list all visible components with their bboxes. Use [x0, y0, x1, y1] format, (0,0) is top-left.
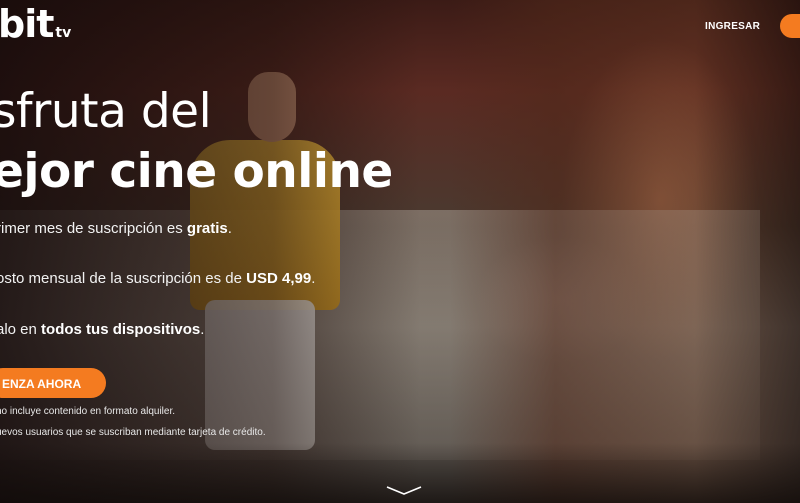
- feature-suffix: .: [200, 321, 205, 338]
- login-link[interactable]: INGRESAR: [705, 21, 760, 32]
- feature-highlight: gratis: [186, 220, 228, 237]
- headline-line-2: ejor cine online: [0, 144, 393, 199]
- header-cta-button[interactable]: [780, 14, 800, 38]
- feature-highlight: todos tus dispositivos: [41, 321, 201, 338]
- feature-item-devices: alo en todos tus dispositivos.: [0, 321, 204, 338]
- feature-text: rimer mes de suscripción es: [0, 220, 187, 237]
- headline-line-1: sfruta del: [0, 84, 212, 139]
- disclaimer-note-rental: no incluye contenido en formato alquiler…: [0, 406, 176, 417]
- feature-item-free-month: rimer mes de suscripción es gratis.: [0, 220, 232, 237]
- feature-text: osto mensual de la suscripción es de: [0, 270, 247, 287]
- logo-main-text: bit: [0, 2, 54, 46]
- feature-suffix: .: [311, 270, 316, 287]
- feature-text: alo en: [0, 321, 42, 338]
- chevron-down-icon[interactable]: [386, 486, 422, 496]
- feature-highlight: USD 4,99: [246, 270, 312, 287]
- start-now-button[interactable]: ENZA AHORA: [0, 368, 106, 398]
- page-title: sfruta del ejor cine online: [0, 82, 393, 202]
- logo-sub-text: tv: [55, 25, 72, 41]
- feature-suffix: .: [227, 220, 232, 237]
- disclaimer-note-credit-card: uevos usuarios que se suscriban mediante…: [0, 427, 266, 438]
- feature-item-price: osto mensual de la suscripción es de USD…: [0, 270, 315, 287]
- hero-curtain-overlay: [450, 0, 800, 503]
- site-logo[interactable]: bit tv: [0, 2, 71, 46]
